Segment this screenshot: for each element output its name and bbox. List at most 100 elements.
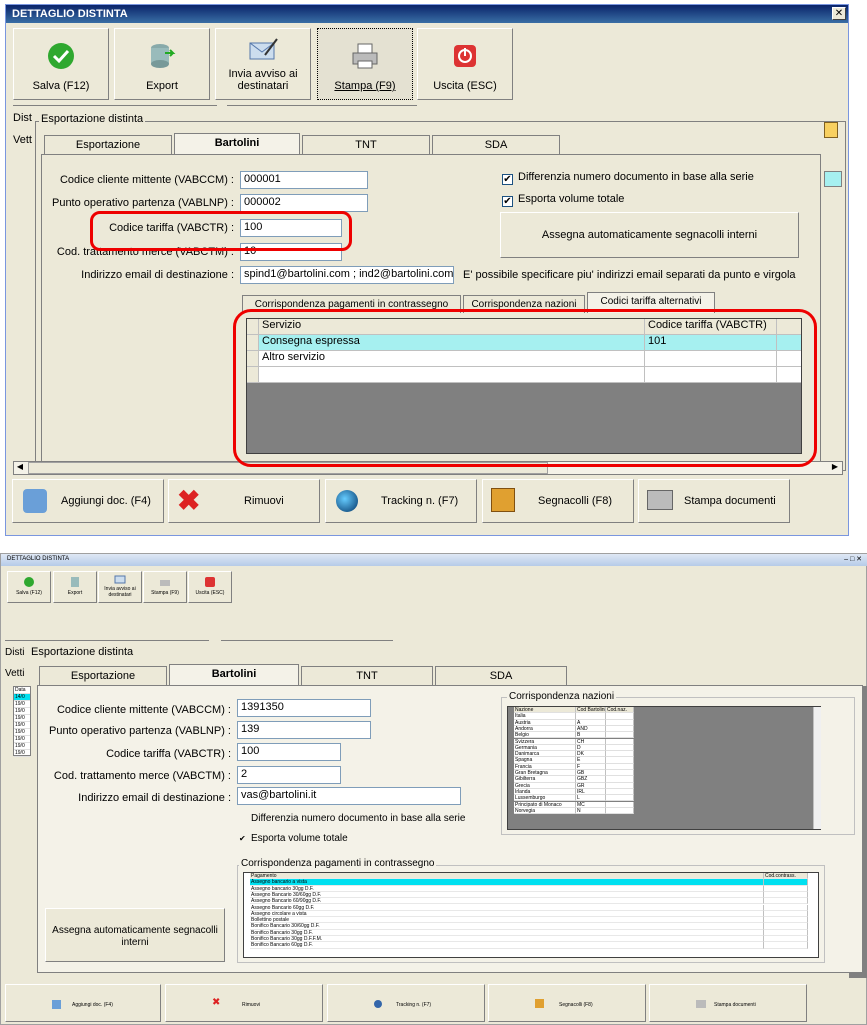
export-button[interactable]: Export	[53, 571, 97, 603]
input-vabccm[interactable]: 1391350	[237, 699, 371, 717]
globe-icon	[374, 1000, 382, 1008]
tab-bartolini[interactable]: Bartolini	[174, 133, 300, 155]
frame-title: Esportazione distinta	[31, 646, 134, 658]
behind-divider	[5, 640, 209, 641]
label-vabccm: Codice cliente mittente (VABCCM) :	[59, 174, 234, 186]
assign-segnacolli-button[interactable]: Assegna automaticamente segnacolli inter…	[45, 908, 225, 962]
printer-icon	[160, 580, 170, 586]
check-differenzia[interactable]: ✔ Differenzia numero documento in base al…	[502, 171, 754, 185]
tab-sda[interactable]: SDA	[435, 666, 567, 686]
list-item[interactable]: 19/0	[14, 736, 30, 743]
tracking-label: Tracking n. (F7)	[381, 495, 459, 507]
check-icon	[48, 43, 74, 69]
bottom-titlebar: DETTAGLIO DISTINTA – □ ✕	[1, 554, 867, 566]
label-email: Indirizzo email di destinazione :	[78, 792, 231, 804]
export-button[interactable]: Export	[114, 28, 210, 100]
tracking-button[interactable]: Tracking n. (F7)	[325, 479, 477, 523]
input-email[interactable]: spind1@bartolini.com ; ind2@bartolini.co…	[240, 266, 454, 284]
check-volume[interactable]: ✔ Esporta volume totale	[502, 193, 624, 207]
list-item[interactable]: 19/0	[14, 722, 30, 729]
behind-label-vett: Vetti	[5, 668, 25, 679]
checkbox-volume[interactable]: ✔	[502, 196, 513, 207]
input-vabctr[interactable]: 100	[237, 743, 341, 761]
behind-label-dist: Dist	[13, 112, 32, 124]
add-doc-button[interactable]: Aggiungi doc. (F4)	[5, 984, 161, 1022]
send-notice-button[interactable]: Invia avviso ai destinatari	[215, 28, 311, 100]
package-icon	[491, 488, 515, 512]
exit-icon	[205, 577, 215, 587]
tab-bartolini[interactable]: Bartolini	[169, 664, 299, 686]
list-item[interactable]: 14/0	[14, 694, 30, 701]
list-item[interactable]: 19/0	[14, 715, 30, 722]
input-email[interactable]: vas@bartolini.it	[237, 787, 461, 805]
behind-divider	[13, 105, 217, 106]
pagamenti-cell[interactable]	[764, 942, 808, 949]
segnacolli-button[interactable]: Segnacolli (F8)	[488, 984, 646, 1022]
list-item[interactable]: 19/0	[14, 743, 30, 750]
scroll-left-icon[interactable]: ◀	[14, 462, 26, 474]
assign-segnacolli-button[interactable]: Assegna automaticamente segnacolli inter…	[500, 212, 799, 258]
print-button[interactable]: Stampa (F9)	[317, 28, 413, 100]
nazioni-grid: Nazione Cod Bartolini Cod.naz. Italia Austri…	[507, 706, 821, 830]
list-item[interactable]: Data	[14, 687, 30, 694]
input-vablnp[interactable]: 000002	[240, 194, 368, 212]
save-button[interactable]: Salva (F12)	[7, 571, 51, 603]
list-item[interactable]: 19/0	[14, 729, 30, 736]
nazioni-cell[interactable]: Norvegia	[514, 807, 576, 815]
label-vablnp: Punto operativo partenza (VABLNP) :	[48, 725, 231, 737]
save-button[interactable]: Salva (F12)	[13, 28, 109, 100]
label-vabctr: Codice tariffa (VABCTR) :	[106, 748, 231, 760]
tab-tnt[interactable]: TNT	[301, 666, 433, 686]
printer-icon	[352, 43, 378, 69]
tab-tnt[interactable]: TNT	[302, 135, 430, 155]
add-doc-button[interactable]: Aggiungi doc. (F4)	[12, 479, 164, 523]
mail-send-icon	[249, 38, 278, 60]
exit-button[interactable]: Uscita (ESC)	[188, 571, 232, 603]
print-button[interactable]: Stampa (F9)	[143, 571, 187, 603]
nazioni-scrollbar[interactable]	[813, 707, 821, 829]
annotation-box-grid	[233, 309, 817, 467]
check-volume-label: Esporta volume totale	[251, 833, 348, 844]
tracking-button[interactable]: Tracking n. (F7)	[327, 984, 485, 1022]
label-vabccm: Codice cliente mittente (VABCCM) :	[56, 704, 231, 716]
check-volume[interactable]: ✔ Esporta volume totale	[239, 833, 348, 844]
input-vabccm[interactable]: 000001	[240, 171, 368, 189]
remove-label: Rimuovi	[242, 1002, 261, 1008]
folder-icon[interactable]	[824, 122, 838, 138]
segnacolli-label: Segnacolli (F8)	[559, 1002, 593, 1008]
nazioni-cell[interactable]	[606, 807, 634, 815]
check-differenzia[interactable]: Differenzia numero documento in base all…	[239, 813, 465, 824]
close-button[interactable]: ✕	[832, 7, 846, 20]
pagamenti-cell[interactable]: Bonifico Bancario 60gg D.F.	[250, 942, 764, 949]
input-vabctm[interactable]: 2	[237, 766, 341, 784]
tab-sda[interactable]: SDA	[432, 135, 560, 155]
bottom-window-controls[interactable]: – □ ✕	[844, 555, 862, 563]
list-item[interactable]: 19/0	[14, 708, 30, 715]
remove-button[interactable]: ✖ Rimuovi	[165, 984, 323, 1022]
exit-button[interactable]: Uscita (ESC)	[417, 28, 513, 100]
exit-label: Uscita (ESC)	[195, 590, 225, 596]
nazioni-cell[interactable]: N	[576, 807, 606, 815]
tab-esportazione[interactable]: Esportazione	[39, 666, 167, 686]
remove-button[interactable]: ✖ Rimuovi	[168, 479, 320, 523]
remove-icon: ✖	[212, 997, 221, 1008]
input-vablnp[interactable]: 139	[237, 721, 371, 739]
checkbox-volume[interactable]: ✔	[239, 834, 247, 843]
printer-icon	[647, 490, 673, 510]
send-notice-button[interactable]: Invia avviso ai destinatari	[98, 571, 142, 603]
save-label: Salva (F12)	[32, 80, 90, 92]
tracking-label: Tracking n. (F7)	[396, 1002, 432, 1008]
checkbox-differenzia[interactable]: ✔	[502, 174, 513, 185]
email-hint: E' possibile specificare piu' indirizzi …	[463, 269, 796, 281]
segnacolli-label: Segnacolli (F8)	[538, 495, 612, 507]
segnacolli-button[interactable]: Segnacolli (F8)	[482, 479, 634, 523]
scroll-right-icon[interactable]: ▶	[829, 462, 841, 474]
database-export-icon	[151, 44, 176, 68]
checkbox-differenzia[interactable]	[239, 813, 247, 821]
list-item[interactable]: 19/0	[14, 701, 30, 708]
print-docs-button[interactable]: Stampa documenti	[649, 984, 807, 1022]
list-item[interactable]: 19/0	[14, 750, 30, 757]
window-title: DETTAGLIO DISTINTA	[6, 5, 848, 23]
tab-esportazione[interactable]: Esportazione	[44, 135, 172, 155]
print-docs-button[interactable]: Stampa documenti	[638, 479, 790, 523]
